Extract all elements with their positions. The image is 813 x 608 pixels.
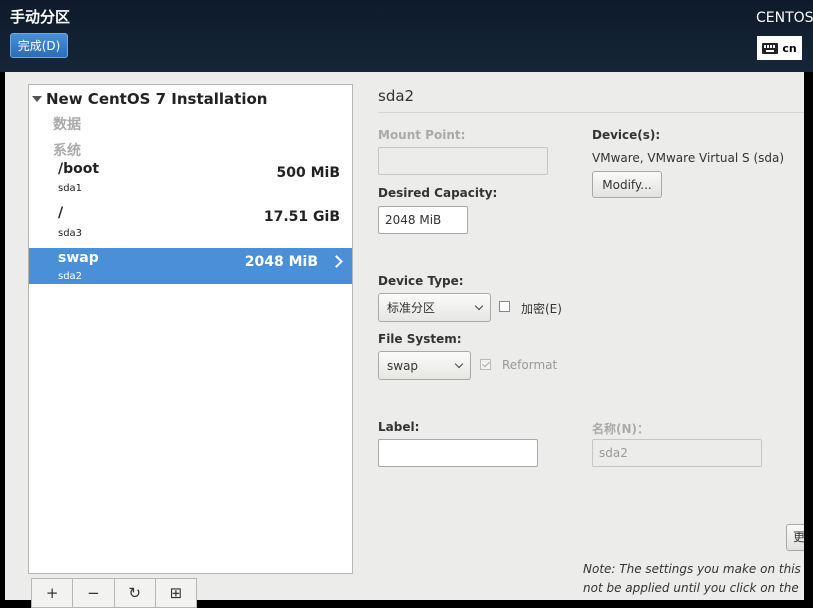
- done-button[interactable]: 完成(D): [10, 33, 68, 58]
- group-data: 数据: [53, 117, 81, 133]
- page-title: 手动分区: [10, 8, 71, 26]
- keyboard-layout-label: cn: [782, 41, 797, 55]
- name-label: 名称(N)：: [592, 422, 650, 436]
- top-bar: 手动分区 完成(D) CENTOS cn: [0, 0, 813, 72]
- expand-arrow-icon[interactable]: [32, 96, 42, 102]
- partition-row-swap[interactable]: swap sda2 2048 MiB: [29, 248, 352, 284]
- partition-mount: /: [58, 205, 64, 221]
- partition-device: sda1: [58, 183, 83, 194]
- partition-device: sda3: [58, 228, 83, 239]
- partition-size: 17.51 GiB: [263, 209, 340, 225]
- note-line-1: Note: The settings you make on this: [583, 562, 801, 576]
- refresh-button[interactable]: ↻: [115, 579, 156, 607]
- name-input[interactable]: sda2: [592, 439, 762, 467]
- mount-point-label: Mount Point:: [378, 128, 466, 142]
- label-input[interactable]: [378, 439, 538, 467]
- remove-partition-button[interactable]: −: [73, 579, 115, 607]
- installation-root[interactable]: New CentOS 7 Installation: [46, 90, 267, 108]
- add-partition-button[interactable]: +: [32, 579, 74, 607]
- file-system-label: File System:: [378, 332, 462, 346]
- partition-toolbar: + − ↻ ⊞: [31, 578, 197, 608]
- chevron-right-icon: [330, 255, 343, 268]
- keyboard-layout-button[interactable]: cn: [757, 36, 802, 60]
- note-line-2: not be applied until you click on the: [583, 581, 799, 595]
- chevron-down-icon: [454, 359, 464, 369]
- file-system-select[interactable]: swap: [378, 351, 471, 380]
- keyboard-icon: [762, 42, 779, 54]
- modify-button[interactable]: Modify...: [592, 171, 662, 198]
- partition-device: sda2: [58, 271, 83, 282]
- update-settings-button[interactable]: 更: [786, 524, 804, 551]
- window-edge: [804, 72, 813, 600]
- encrypt-label[interactable]: 加密(E): [521, 300, 562, 317]
- group-system: 系统: [53, 143, 81, 159]
- reformat-checkbox[interactable]: [480, 359, 491, 370]
- selected-device-title: sda2: [378, 87, 415, 105]
- divider: [378, 112, 804, 113]
- device-type-label: Device Type:: [378, 274, 464, 288]
- device-type-select[interactable]: 标准分区: [378, 293, 491, 322]
- configure-button[interactable]: ⊞: [156, 579, 196, 607]
- desired-capacity-input[interactable]: 2048 MiB: [378, 206, 468, 234]
- reformat-label: Reformat: [502, 358, 558, 372]
- desired-capacity-label: Desired Capacity:: [378, 186, 498, 200]
- product-brand: CENTOS: [756, 10, 813, 26]
- partition-size: 2048 MiB: [244, 254, 318, 270]
- mount-point-input[interactable]: [378, 147, 548, 175]
- devices-label: Device(s):: [592, 128, 661, 142]
- file-system-value: swap: [387, 358, 419, 373]
- partition-mount: swap: [58, 250, 99, 266]
- chevron-down-icon: [474, 301, 484, 311]
- partition-size: 500 MiB: [276, 165, 341, 181]
- devices-value: VMware, VMware Virtual S (sda): [592, 151, 785, 165]
- partition-mount: /boot: [58, 161, 100, 177]
- label-label: Label:: [378, 420, 420, 434]
- encrypt-checkbox[interactable]: [499, 301, 510, 312]
- device-type-value: 标准分区: [387, 301, 436, 315]
- partition-tree-panel: New CentOS 7 Installation 数据 系统 /boot sd…: [28, 84, 353, 574]
